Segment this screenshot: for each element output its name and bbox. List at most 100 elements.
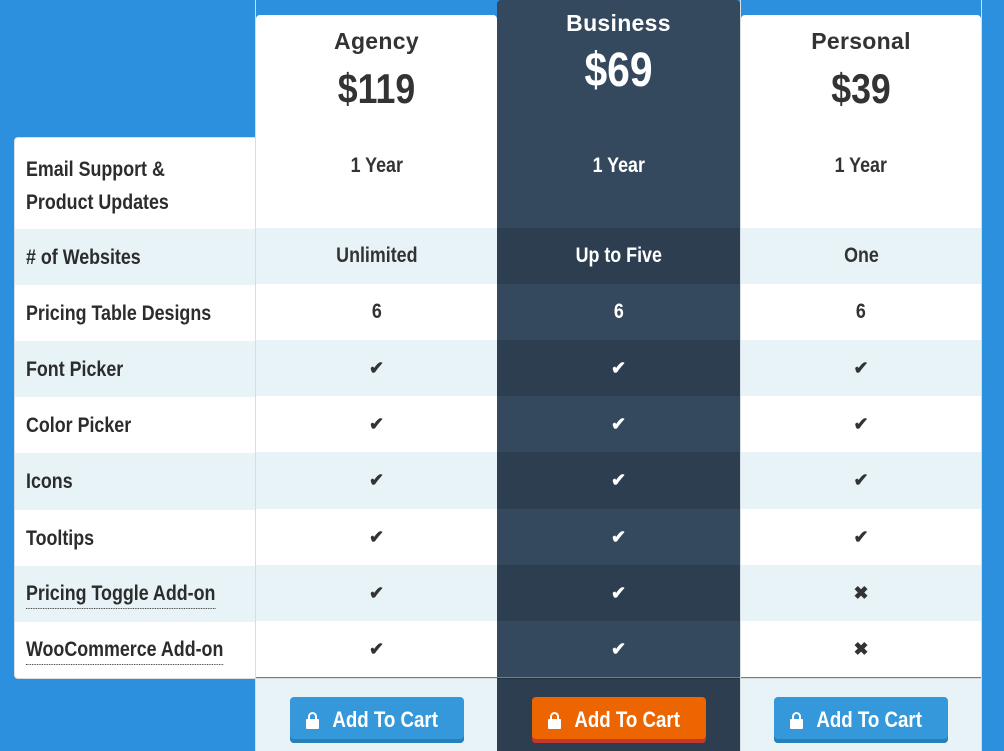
check-icon: ✔ [610, 357, 627, 378]
feature-row: Icons [15, 453, 255, 510]
feature-cell: ✔ [497, 340, 740, 396]
feature-cell: Up to Five [497, 228, 740, 284]
feature-cell: ✖ [741, 621, 981, 677]
feature-cell: 6 [497, 284, 740, 340]
check-icon: ✔ [853, 357, 869, 378]
check-icon: ✔ [610, 526, 627, 547]
feature-label: Font Picker [26, 357, 124, 381]
feature-value: 6 [371, 300, 382, 323]
feature-label: Tooltips [26, 526, 95, 550]
feature-row: Tooltips [15, 510, 255, 566]
feature-cell: ✔ [497, 452, 740, 509]
check-icon: ✔ [853, 470, 869, 490]
feature-value: 1 Year [350, 154, 403, 177]
feature-cell: ✔ [741, 340, 981, 396]
feature-cell: ✔ [256, 565, 497, 621]
plan-name: Agency [334, 28, 419, 54]
feature-label: Color Picker [26, 413, 132, 437]
check-icon: ✔ [853, 526, 869, 547]
feature-cell: ✖ [741, 565, 981, 621]
lock-icon [790, 712, 804, 729]
feature-cell: ✔ [256, 621, 497, 677]
check-icon: ✔ [368, 413, 385, 434]
plan-footer: Add To Cart [497, 678, 740, 751]
feature-value: Up to Five [575, 244, 662, 267]
plan-price: $39 [831, 65, 891, 112]
check-icon: ✔ [368, 357, 385, 378]
feature-cell: ✔ [497, 509, 740, 565]
add-to-cart-label: Add To Cart [816, 707, 923, 732]
lock-icon [305, 712, 319, 729]
plan-price: $69 [584, 44, 653, 97]
feature-cell: One [741, 228, 981, 284]
feature-cell: ✔ [256, 509, 497, 565]
check-icon: ✔ [368, 582, 385, 603]
feature-label-tooltip[interactable]: WooCommerce Add-on [26, 636, 224, 665]
check-icon: ✔ [610, 470, 627, 490]
check-icon: ✔ [368, 526, 385, 547]
feature-label: Email Support & Product Updates [26, 158, 169, 214]
feature-cell: 6 [741, 284, 981, 340]
feature-cell: ✔ [497, 621, 740, 677]
feature-cell: ✔ [256, 452, 497, 509]
plan-feature-cells: 1 Year One 6 ✔ ✔ ✔ ✔ ✖ ✖ [741, 137, 981, 677]
plan-header: Agency $119 [256, 15, 497, 138]
add-to-cart-label: Add To Cart [574, 707, 680, 732]
plan-header: Personal $39 [741, 15, 981, 138]
feature-cell: ✔ [497, 396, 740, 452]
feature-cell: ✔ [256, 340, 497, 396]
feature-cell: 1 Year [256, 137, 497, 228]
feature-cell: Unlimited [256, 228, 497, 284]
add-to-cart-button-business[interactable]: Add To Cart [531, 697, 706, 743]
add-to-cart-button-agency[interactable]: Add To Cart [289, 697, 464, 743]
feature-value: 6 [613, 300, 624, 323]
plan-column-agency: Agency $119 1 Year Unlimited 6 ✔ ✔ ✔ ✔ ✔ ✔ Add T… [255, 0, 497, 751]
plan-column-business: Business $69 1 Year Up to Five 6 ✔ ✔ ✔ ✔ ✔ ✔ Add… [497, 0, 740, 751]
feature-cell: ✔ [741, 452, 981, 509]
plan-footer: Add To Cart [741, 678, 981, 751]
feature-row: Pricing Toggle Add-on [15, 566, 255, 622]
feature-cell: 6 [256, 284, 497, 340]
feature-cell: ✔ [256, 396, 497, 452]
feature-label: Icons [26, 470, 73, 493]
feature-cell: 1 Year [497, 137, 740, 228]
add-to-cart-button-personal[interactable]: Add To Cart [774, 697, 948, 743]
feature-row: Email Support & Product Updates [15, 138, 255, 229]
plan-feature-cells: 1 Year Unlimited 6 ✔ ✔ ✔ ✔ ✔ ✔ [256, 137, 497, 677]
plan-name: Personal [811, 28, 911, 54]
feature-value: One [843, 244, 879, 267]
cross-icon: ✖ [853, 638, 869, 659]
cross-icon: ✖ [853, 582, 869, 603]
check-icon: ✔ [610, 582, 627, 603]
check-icon: ✔ [853, 413, 869, 434]
feature-labels-column: Email Support & Product Updates # of Web… [14, 137, 255, 679]
plan-column-personal: Personal $39 1 Year One 6 ✔ ✔ ✔ ✔ ✖ ✖ Add To Car… [740, 0, 982, 751]
feature-cell: ✔ [741, 509, 981, 565]
feature-row: # of Websites [15, 229, 255, 285]
feature-value: Unlimited [335, 244, 418, 267]
feature-row: WooCommerce Add-on [15, 622, 255, 678]
feature-value: 1 Year [592, 154, 645, 177]
feature-label-tooltip[interactable]: Pricing Toggle Add-on [26, 580, 216, 609]
plan-feature-cells: 1 Year Up to Five 6 ✔ ✔ ✔ ✔ ✔ ✔ [497, 137, 740, 677]
add-to-cart-label: Add To Cart [332, 707, 438, 732]
feature-cell: 1 Year [741, 137, 981, 228]
plan-name: Business [566, 10, 671, 36]
feature-label: # of Websites [26, 245, 141, 269]
feature-row: Color Picker [15, 397, 255, 453]
plan-footer: Add To Cart [256, 678, 497, 751]
feature-row: Font Picker [15, 341, 255, 397]
check-icon: ✔ [368, 470, 385, 490]
feature-value: 1 Year [834, 154, 888, 177]
check-icon: ✔ [610, 638, 627, 659]
feature-label: Pricing Table Designs [26, 301, 212, 325]
plan-price: $119 [337, 65, 416, 112]
check-icon: ✔ [610, 413, 627, 434]
feature-cell: ✔ [741, 396, 981, 452]
feature-row: Pricing Table Designs [15, 285, 255, 341]
check-icon: ✔ [368, 638, 385, 659]
lock-icon [547, 712, 561, 729]
feature-cell: ✔ [497, 565, 740, 621]
plan-header: Business $69 [497, 0, 740, 138]
feature-value: 6 [856, 300, 866, 323]
